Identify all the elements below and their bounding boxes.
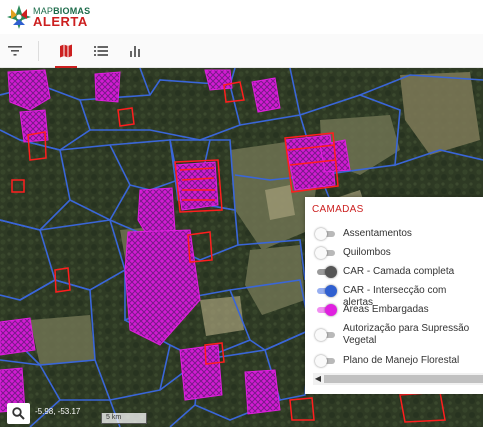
filter-button[interactable] [0, 34, 30, 68]
layers-panel-title: CAMADAS [312, 204, 364, 215]
layer-car-interseccao[interactable]: CAR - Intersecção com alertas [305, 284, 483, 308]
list-view-tab[interactable] [86, 34, 116, 68]
layer-assentamentos[interactable]: Assentamentos [305, 227, 483, 241]
app-header: MAPBIOMAS ALERTA [0, 0, 483, 34]
coordinates-readout: -5.98, -53.17 [35, 407, 81, 416]
toggle-plano-manejo[interactable] [315, 355, 335, 367]
scrollbar-thumb[interactable] [324, 375, 483, 383]
layer-plano-manejo[interactable]: Plano de Manejo Florestal [305, 354, 483, 368]
layer-label: Autorização para Supressão Vegetal [343, 323, 470, 346]
chart-view-tab[interactable] [120, 34, 150, 68]
layer-quilombos[interactable]: Quilombos [305, 246, 483, 260]
logo-mark-icon [7, 5, 31, 29]
layers-panel: CAMADAS Assentamentos Quilombos CAR - Ca… [305, 197, 483, 394]
list-icon [94, 46, 108, 56]
layer-label: Plano de Manejo Florestal [343, 355, 460, 366]
toggle-autorizacao-supressao[interactable] [315, 329, 335, 341]
bar-chart-icon [130, 46, 140, 57]
layer-car-completa[interactable]: CAR - Camada completa [305, 265, 483, 279]
layers-panel-scrollbar[interactable]: ◀ [313, 373, 483, 385]
location-search-button[interactable] [7, 403, 30, 424]
toggle-assentamentos[interactable] [315, 228, 335, 240]
toggle-areas-embargadas[interactable] [315, 304, 337, 316]
logo-text-bottom: ALERTA [33, 14, 88, 29]
layer-label: Assentamentos [343, 228, 412, 239]
map-view-tab[interactable] [51, 34, 81, 68]
layer-label: Quilombos [343, 247, 391, 258]
toolbar [0, 34, 483, 68]
search-icon [12, 407, 25, 420]
toggle-car-completa[interactable] [315, 266, 337, 278]
toolbar-divider [38, 41, 39, 61]
layer-autorizacao-supressao[interactable]: Autorização para Supressão Vegetal [305, 322, 483, 348]
toggle-car-interseccao[interactable] [315, 285, 337, 297]
toggle-quilombos[interactable] [315, 247, 335, 259]
scroll-left-arrow-icon[interactable]: ◀ [313, 373, 323, 385]
layer-areas-embargadas[interactable]: Áreas Embargadas [305, 303, 483, 317]
mapbiomas-alerta-logo[interactable]: MAPBIOMAS ALERTA [5, 3, 90, 31]
map-icon [60, 44, 72, 58]
map-scale-bar: 5 km [101, 413, 147, 424]
layer-label: CAR - Camada completa [343, 266, 455, 277]
filter-icon [8, 46, 22, 56]
layer-label: Áreas Embargadas [343, 304, 429, 315]
scale-label: 5 km [106, 414, 122, 421]
